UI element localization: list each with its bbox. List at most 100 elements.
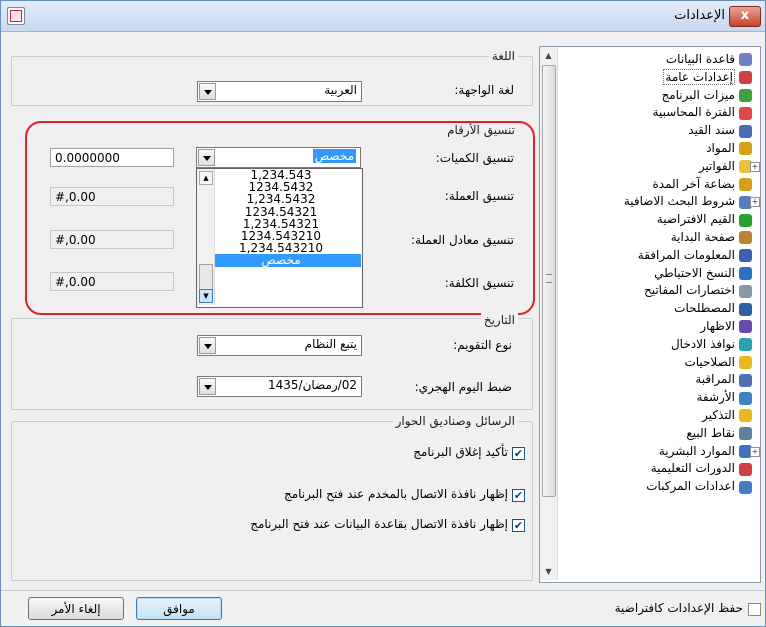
ok-button[interactable]: موافق [136, 597, 222, 620]
tree-item-label: صفحة البداية [670, 229, 735, 244]
database-icon [739, 53, 752, 67]
chevron-down-icon[interactable] [199, 83, 216, 100]
tree-item[interactable]: المراقبة [562, 371, 752, 389]
settings-tree: ▲ ▼ قاعدة البيانات إعدادات عامة ميزات البر… [539, 46, 761, 583]
tree-item-label: نوافذ الادخال [670, 336, 735, 351]
tree-item-label: قاعدة البيانات [665, 52, 735, 66]
tree-item[interactable]: قاعدة البيانات [562, 51, 752, 69]
tree-item-label: التذكير [702, 407, 735, 422]
key-icon [739, 284, 752, 298]
display-icon [739, 320, 752, 334]
tree-item[interactable]: نقاط البيع [562, 425, 752, 443]
checkmark-icon [739, 213, 752, 227]
tree-scrollbar[interactable]: ▲ ▼ [540, 47, 558, 580]
app-icon [7, 7, 25, 25]
tree-item-label: سند القيد [688, 123, 735, 138]
tree-item-label: الصلاحيات [684, 354, 735, 369]
cancel-button[interactable]: إلغاء الأمر [28, 597, 124, 620]
date-group-title: التاريخ [480, 313, 518, 327]
tree-item[interactable]: صفحة البداية [562, 229, 752, 247]
tree-item-label: اعدادات المركبات [646, 479, 735, 494]
tree-item[interactable]: + الفواتير [562, 158, 760, 176]
tree-item[interactable]: الفترة المحاسبية [562, 104, 752, 122]
hijri-adjust-select[interactable]: 02/رمضان/1435 [197, 376, 362, 397]
date-group: التاريخ نوع التقويم: يتبع النظام ضبط الي… [11, 313, 533, 410]
expand-icon[interactable]: + [750, 197, 760, 208]
settings-window: الإعدادات x ▲ ▼ قاعدة البيانات إعدادات عا… [0, 0, 766, 627]
grip-icon [546, 274, 552, 283]
server-connection-checkbox[interactable]: ✔ [512, 489, 525, 502]
close-button[interactable]: x [729, 6, 761, 27]
tree-item[interactable]: القيم الافتراضية [562, 211, 752, 229]
tree-item[interactable]: إعدادات عامة [562, 68, 752, 87]
tree-item-label: إعدادات عامة [663, 68, 735, 85]
tree-item[interactable]: النسخ الاحتياطي [562, 265, 752, 283]
language-group: اللغة لغة الواجهة: العربية [11, 49, 533, 106]
edit-window-icon [739, 338, 752, 352]
scroll-down-arrow-icon[interactable]: ▼ [540, 563, 557, 580]
calendar-icon [739, 106, 752, 120]
save-default-checkbox[interactable] [748, 603, 761, 616]
tree-item[interactable]: + الموارد البشرية [562, 443, 760, 461]
expand-icon[interactable]: + [750, 161, 760, 172]
tree-item[interactable]: الدورات التعليمية [562, 460, 752, 478]
ui-language-value: العربية [324, 83, 357, 97]
tree-item[interactable]: المواد [562, 140, 752, 158]
goods-icon [739, 177, 752, 191]
tree-item[interactable]: اعدادات المركبات [562, 478, 752, 496]
ui-language-select[interactable]: العربية [197, 81, 362, 102]
settings-checklist-icon [739, 71, 752, 85]
tree-item-label: ميزات البرنامج [661, 87, 735, 102]
tree-item[interactable]: بضاعة آخر المدة [562, 176, 752, 194]
tree-item[interactable]: المعلومات المرافقة [562, 247, 752, 265]
calendar-type-select[interactable]: يتبع النظام [197, 335, 362, 356]
box-icon [739, 142, 752, 156]
hijri-adjust-value: 02/رمضان/1435 [267, 378, 357, 392]
tree-item-label: نقاط البيع [686, 425, 735, 440]
calendar-type-value: يتبع النظام [304, 337, 357, 351]
archive-icon [739, 391, 752, 405]
tree-item[interactable]: المصطلحات [562, 300, 752, 318]
scroll-up-arrow-icon[interactable]: ▲ [540, 47, 557, 64]
puzzle-icon [739, 89, 752, 102]
tree-item-label: المعلومات المرافقة [637, 247, 735, 262]
language-group-title: اللغة [488, 49, 518, 63]
tree-item[interactable]: اختصارات المفاتيح [562, 282, 752, 300]
tree-item-label: المواد [706, 140, 735, 155]
tree-item[interactable]: الاظهار [562, 318, 752, 336]
tree-item[interactable]: سند القيد [562, 122, 752, 140]
window-title: الإعدادات [674, 8, 725, 23]
title-bar: الإعدادات x [1, 1, 765, 32]
server-connection-label: إظهار نافذة الاتصال بالمخدم عند فتح البر… [283, 487, 508, 501]
tree-item-label: الموارد البشرية [658, 443, 735, 458]
tree-item-label: النسخ الاحتياطي [654, 265, 735, 280]
db-connection-label: إظهار نافذة الاتصال بقاعدة البيانات عند … [250, 517, 508, 531]
expand-icon[interactable]: + [750, 446, 760, 457]
highlight-annotation [25, 121, 535, 315]
backup-icon [739, 266, 752, 280]
tree-item[interactable]: ميزات البرنامج [562, 87, 752, 105]
course-icon [739, 462, 752, 476]
bell-icon [739, 409, 752, 423]
scroll-thumb[interactable] [542, 65, 556, 497]
tree-item[interactable]: الأرشفة [562, 389, 752, 407]
messages-group-title: الرسائل وصناديق الحوار [392, 414, 518, 428]
tree-item[interactable]: التذكير [562, 407, 752, 425]
tree-item[interactable]: + شروط البحث الاضافية [562, 193, 760, 211]
tree-item-label: بضاعة آخر المدة [652, 176, 735, 191]
calendar-type-label: نوع التقويم: [453, 338, 512, 352]
footer-divider [1, 590, 765, 591]
chevron-down-icon[interactable] [199, 337, 216, 354]
db-connection-checkbox[interactable]: ✔ [512, 519, 525, 532]
tree-item-label: المصطلحات [674, 301, 735, 316]
confirm-close-checkbox[interactable]: ✔ [512, 447, 525, 460]
chevron-down-icon[interactable] [199, 378, 216, 395]
tree-item-label: شروط البحث الاضافية [623, 194, 735, 209]
tree-item[interactable]: نوافذ الادخال [562, 336, 752, 354]
document-icon [739, 124, 752, 138]
glossary-icon [739, 302, 752, 316]
hijri-adjust-label: ضبط اليوم الهجري: [414, 380, 512, 394]
tree-item-label: الأرشفة [696, 390, 735, 405]
tree-item-label: اختصارات المفاتيح [643, 283, 735, 298]
tree-item[interactable]: الصلاحيات [562, 354, 752, 372]
